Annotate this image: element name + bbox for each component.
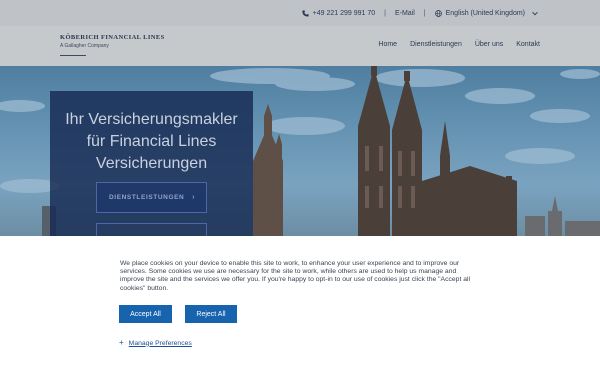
nav-item-kontakt[interactable]: Kontakt: [516, 41, 540, 48]
email-link[interactable]: E-Mail: [395, 10, 415, 17]
hero-title-line: Versicherungen: [95, 155, 208, 172]
chevron-right-icon: ›: [192, 194, 195, 201]
nav-item-dienstleistungen[interactable]: Dienstleistungen: [410, 41, 462, 48]
dienstleistungen-button-label: DIENSTLEISTUNGEN: [109, 194, 185, 201]
separator: |: [423, 9, 426, 17]
hero-title-line: Ihr Versicherungsmakler: [65, 111, 238, 128]
reject-all-button[interactable]: Reject All: [185, 305, 237, 323]
globe-icon: [434, 9, 442, 17]
accept-all-button[interactable]: Accept All: [119, 305, 172, 323]
cookie-consent-text: We place cookies on your device to enabl…: [120, 260, 471, 292]
hero-panel: Ihr Versicherungsmakler für Financial Li…: [50, 91, 253, 236]
language-selector[interactable]: English (United Kingdom): [434, 9, 538, 17]
logo-rule: [60, 55, 86, 56]
plus-icon: +: [119, 338, 124, 347]
nav-item-ueber-uns[interactable]: Über uns: [475, 41, 503, 48]
hero-title-line: für Financial Lines: [86, 133, 217, 150]
main-nav: Home Dienstleistungen Über uns Kontakt: [378, 41, 540, 48]
utility-bar: +49 221 299 991 70 | E-Mail | English (U…: [0, 0, 600, 26]
language-label: English (United Kingdom): [445, 9, 525, 17]
company-logo[interactable]: KÖBERICH FINANCIAL LINES A Gallagher Com…: [60, 34, 165, 56]
cookie-consent-banner: We place cookies on your device to enabl…: [0, 236, 600, 375]
hero-section: Ihr Versicherungsmakler für Financial Li…: [0, 66, 600, 236]
phone-icon: [301, 9, 309, 17]
nav-item-home[interactable]: Home: [378, 41, 397, 48]
logo-subtitle: A Gallagher Company: [60, 43, 109, 49]
dienstleistungen-button[interactable]: DIENSTLEISTUNGEN ›: [96, 182, 207, 213]
phone-number: +49 221 299 991 70: [312, 9, 376, 17]
phone-link[interactable]: +49 221 299 991 70: [301, 9, 376, 17]
secondary-hero-button[interactable]: [96, 223, 207, 236]
chevron-down-icon: [532, 11, 538, 15]
separator: |: [384, 9, 386, 17]
manage-preferences-label: Manage Preferences: [128, 339, 192, 347]
site-header: KÖBERICH FINANCIAL LINES A Gallagher Com…: [0, 26, 600, 66]
logo-name: KÖBERICH FINANCIAL LINES: [60, 34, 165, 41]
manage-preferences-link[interactable]: + Manage Preferences: [119, 339, 192, 347]
hero-title: Ihr Versicherungsmakler für Financial Li…: [50, 109, 253, 175]
